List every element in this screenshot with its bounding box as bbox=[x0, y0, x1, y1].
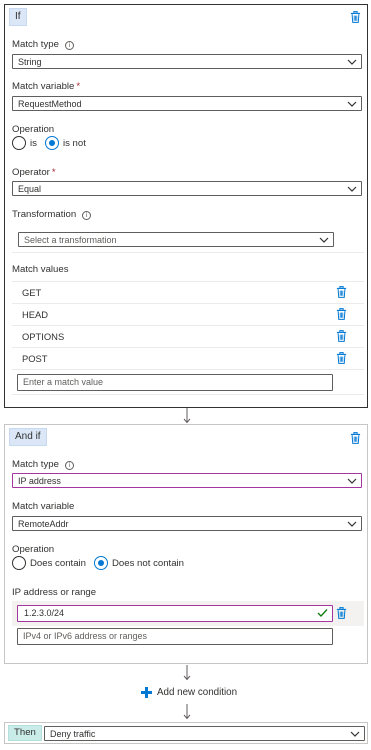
trash-icon bbox=[336, 308, 347, 320]
operation-label: Operation bbox=[12, 124, 55, 135]
chevron-down-icon bbox=[350, 729, 360, 739]
radio-is[interactable] bbox=[12, 136, 26, 150]
chevron-down-icon bbox=[347, 476, 357, 486]
and-if-pill: And if bbox=[9, 428, 47, 446]
and-if-condition-card: And if Match type i IP address Match vari… bbox=[4, 424, 368, 664]
match-value-row: HEAD bbox=[12, 303, 364, 325]
transformation-row: Select a transformation bbox=[12, 226, 364, 253]
match-value-row: OPTIONS bbox=[12, 325, 364, 347]
radio-does-not-contain-label: Does not contain bbox=[112, 557, 184, 569]
match-values-label: Match values bbox=[12, 264, 69, 275]
match-type-label: Match type i bbox=[12, 459, 74, 470]
add-new-condition-button[interactable]: Add new condition bbox=[141, 687, 237, 698]
ip-range-input-row: IPv4 or IPv6 address or ranges bbox=[12, 626, 364, 650]
match-value-text: OPTIONS bbox=[22, 331, 65, 342]
match-variable-select[interactable]: RemoteAddr bbox=[12, 516, 362, 531]
match-value-text: GET bbox=[22, 287, 42, 298]
delete-condition-button[interactable] bbox=[350, 11, 361, 26]
delete-value-button[interactable] bbox=[336, 607, 347, 622]
match-value-row: GET bbox=[12, 281, 364, 303]
match-value-input[interactable]: Enter a match value bbox=[17, 374, 333, 391]
if-condition-card: If Match type i String Match variable * Re… bbox=[4, 4, 368, 408]
match-variable-label: Match variable bbox=[12, 501, 75, 512]
and-if-header: And if bbox=[5, 425, 367, 449]
then-action-bar: Then Deny traffic bbox=[4, 722, 368, 744]
trash-icon bbox=[336, 286, 347, 298]
chevron-down-icon bbox=[319, 235, 329, 245]
radio-is-not-label: is not bbox=[62, 137, 86, 149]
ip-range-row: 1.2.3.0/24 bbox=[12, 601, 364, 626]
chevron-down-icon bbox=[347, 57, 357, 67]
chevron-down-icon bbox=[347, 99, 357, 109]
trash-icon bbox=[336, 607, 347, 619]
delete-value-button[interactable] bbox=[336, 286, 347, 301]
operator-label: Operator * bbox=[12, 167, 56, 178]
trash-icon bbox=[350, 11, 361, 23]
info-icon[interactable]: i bbox=[82, 211, 92, 220]
match-value-text: HEAD bbox=[22, 309, 49, 320]
match-variable-select[interactable]: RequestMethod bbox=[12, 96, 362, 111]
radio-does-contain-label: Does contain bbox=[30, 557, 86, 569]
info-icon[interactable]: i bbox=[64, 41, 74, 50]
operation-radio-group: Does contain Does not contain bbox=[12, 556, 192, 570]
if-header: If bbox=[5, 5, 367, 29]
transformation-select[interactable]: Select a transformation bbox=[18, 232, 334, 247]
match-variable-label: Match variable * bbox=[12, 81, 81, 92]
add-new-condition-label: Add new condition bbox=[157, 687, 238, 698]
trash-icon bbox=[350, 432, 361, 444]
delete-value-button[interactable] bbox=[336, 352, 347, 367]
radio-does-contain[interactable] bbox=[12, 556, 26, 570]
operation-label: Operation bbox=[12, 544, 55, 555]
checkmark-icon bbox=[317, 609, 328, 617]
match-value-text: POST bbox=[22, 353, 48, 364]
delete-value-button[interactable] bbox=[336, 308, 347, 323]
ip-range-value-input[interactable]: 1.2.3.0/24 bbox=[17, 605, 333, 622]
transformation-label: Transformation i bbox=[12, 209, 92, 220]
delete-condition-button[interactable] bbox=[350, 432, 361, 447]
trash-icon bbox=[336, 330, 347, 342]
connector-arrow-icon bbox=[183, 665, 191, 681]
match-type-label: Match type i bbox=[12, 39, 74, 50]
delete-value-button[interactable] bbox=[336, 330, 347, 345]
chevron-down-icon bbox=[347, 519, 357, 529]
action-select[interactable]: Deny traffic bbox=[44, 726, 365, 741]
radio-is-label: is bbox=[30, 137, 37, 149]
match-value-input-row: Enter a match value bbox=[12, 369, 364, 395]
ip-range-input[interactable]: IPv4 or IPv6 address or ranges bbox=[17, 628, 333, 645]
match-type-select[interactable]: IP address bbox=[12, 473, 362, 488]
if-pill: If bbox=[9, 8, 27, 26]
trash-icon bbox=[336, 352, 347, 364]
operation-radio-group: is is not bbox=[12, 136, 94, 150]
radio-does-not-contain[interactable] bbox=[94, 556, 108, 570]
connector-arrow-icon bbox=[183, 408, 191, 424]
plus-icon bbox=[141, 687, 152, 698]
connector-arrow-icon bbox=[183, 704, 191, 720]
match-type-select[interactable]: String bbox=[12, 54, 362, 69]
radio-is-not[interactable] bbox=[44, 136, 59, 150]
ip-range-label: IP address or range bbox=[12, 587, 97, 598]
info-icon[interactable]: i bbox=[64, 461, 74, 470]
match-value-row: POST bbox=[12, 347, 364, 369]
operator-select[interactable]: Equal bbox=[12, 181, 362, 196]
then-pill: Then bbox=[8, 725, 42, 741]
chevron-down-icon bbox=[347, 184, 357, 194]
